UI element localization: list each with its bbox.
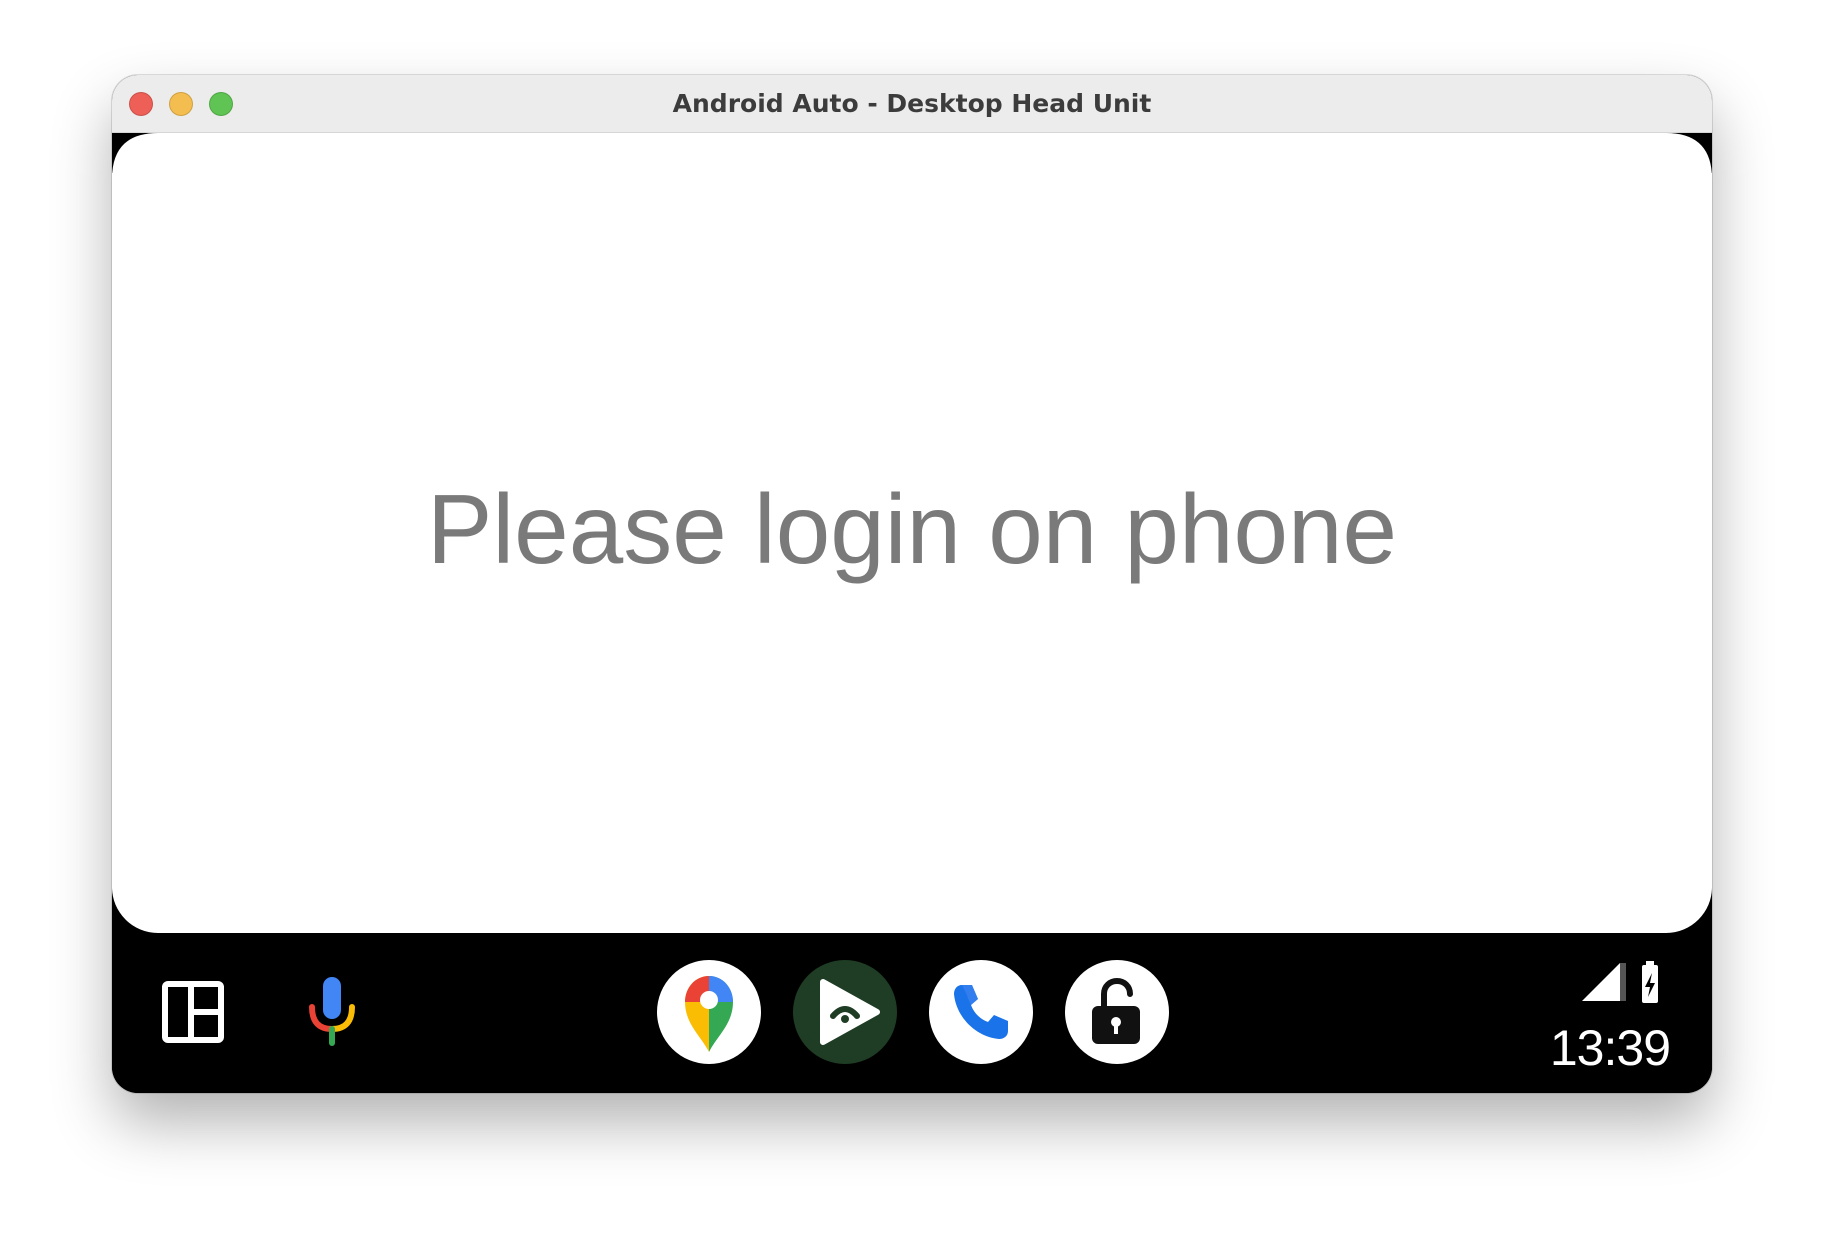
- status-icons: [1582, 961, 1658, 1003]
- google-maps-app-button[interactable]: [657, 960, 761, 1064]
- google-mic-icon: [309, 977, 355, 1046]
- google-maps-icon: [685, 976, 733, 1052]
- head-unit-screen[interactable]: Please login on phone: [112, 133, 1712, 933]
- phone-app-button[interactable]: [929, 960, 1033, 1064]
- clock: 13:39: [1549, 1020, 1671, 1076]
- window-title: Android Auto - Desktop Head Unit: [672, 89, 1152, 118]
- window-titlebar[interactable]: Android Auto - Desktop Head Unit: [112, 75, 1712, 133]
- cell-signal-icon: [1582, 963, 1620, 1001]
- dashboard-grid-icon: [162, 981, 224, 1043]
- voice-assistant-button[interactable]: [304, 971, 360, 1051]
- login-message: Please login on phone: [427, 474, 1397, 584]
- unlock-icon: [1092, 977, 1140, 1044]
- phone-icon: [954, 985, 1008, 1039]
- android-auto-taskbar: 13:39: [112, 933, 1712, 1093]
- play-app-button[interactable]: [793, 960, 897, 1064]
- dashboard-button[interactable]: [162, 981, 224, 1043]
- play-app-icon: [820, 979, 880, 1045]
- unlock-app-button[interactable]: [1065, 960, 1169, 1064]
- desktop-head-unit-window: Android Auto - Desktop Head Unit Please …: [112, 75, 1712, 1093]
- battery-charging-icon: [1642, 961, 1658, 1003]
